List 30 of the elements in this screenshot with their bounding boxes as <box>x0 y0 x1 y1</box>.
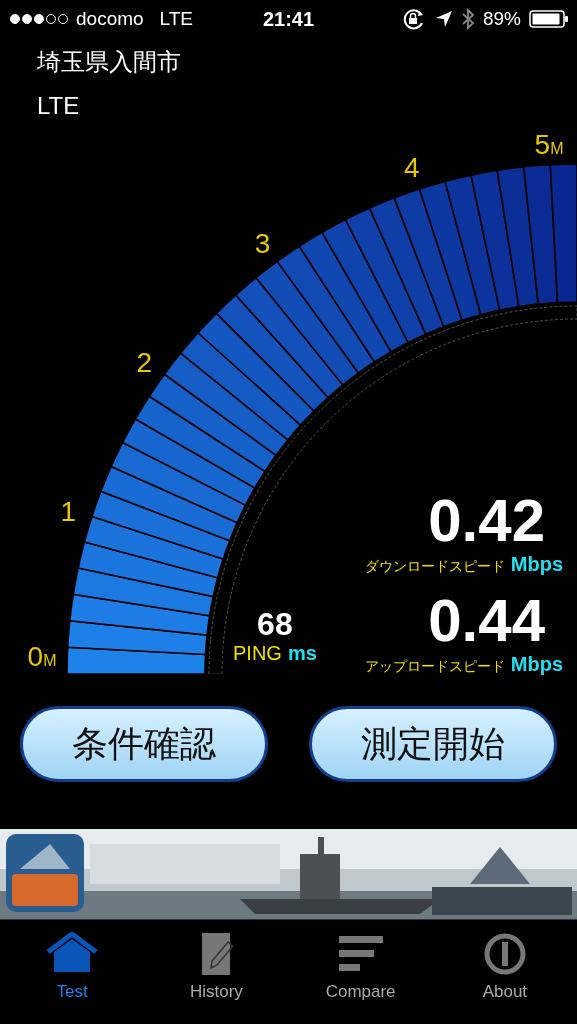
tab-item[interactable]: Compare <box>288 920 433 1024</box>
location-arrow-icon <box>434 10 453 28</box>
tab-item[interactable]: Test <box>0 920 145 1024</box>
connection-type: LTE <box>36 91 81 121</box>
clock-time: 21:41 <box>262 7 315 31</box>
ping-label: PING <box>233 642 282 665</box>
scale-label: 2 <box>136 346 152 378</box>
battery-percent: 89% <box>482 8 521 30</box>
tab-item[interactable]: About <box>432 920 577 1024</box>
scale-label: 0M <box>27 641 57 672</box>
speed-unit: Mbps <box>510 553 563 576</box>
battery-icon <box>529 9 569 29</box>
carrier-name: docomo <box>76 8 144 30</box>
speed-unit: Mbps <box>510 653 563 676</box>
download-speed-value: 0.42 <box>428 489 545 553</box>
bluetooth-icon <box>460 7 475 31</box>
scale-label: 1 <box>60 495 76 527</box>
upload-speed-label: アップロードスピード <box>364 658 505 676</box>
upload-speed-value: 0.44 <box>428 589 545 653</box>
download-speed-label: ダウンロードスピード <box>364 558 505 576</box>
action-button[interactable]: 測定開始 <box>309 706 557 782</box>
ping-value: 68 <box>257 606 293 642</box>
scale-label: 4 <box>403 152 420 184</box>
network-type: LTE <box>159 8 194 30</box>
ping-unit: ms <box>287 642 317 665</box>
tab-item[interactable]: History <box>144 920 289 1024</box>
scale-label: 3 <box>254 228 271 260</box>
location-label: 埼玉県入間市 <box>36 47 182 78</box>
scale-label: 5M <box>534 129 564 160</box>
action-button[interactable]: 条件確認 <box>20 706 268 782</box>
